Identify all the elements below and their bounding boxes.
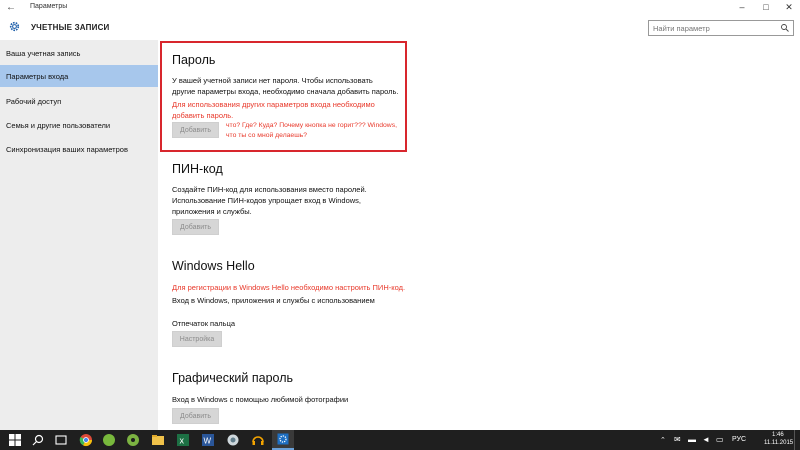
chrome-icon[interactable] (79, 433, 93, 447)
search-icon[interactable] (780, 23, 790, 33)
network-icon[interactable]: ▬ (688, 435, 696, 444)
password-title: Пароль (172, 53, 216, 67)
sidebar-item-family[interactable]: Семья и другие пользователи (0, 114, 158, 136)
password-text-line1: У вашей учетной записи нет пароля. Чтобы… (172, 76, 373, 85)
excel-icon[interactable]: x (176, 433, 190, 447)
page-title: УЧЕТНЫЕ ЗАПИСИ (31, 23, 110, 32)
notification-icon[interactable]: ✉ (674, 435, 681, 444)
tray-chevron-icon[interactable]: ⌃ (660, 436, 666, 444)
app-icon[interactable] (226, 433, 240, 447)
fingerprint-setup-button[interactable]: Настройка (172, 331, 222, 347)
sidebar-item-work-access[interactable]: Рабочий доступ (0, 90, 158, 112)
pin-title: ПИН-код (172, 162, 223, 176)
password-add-button[interactable]: Добавить (172, 122, 219, 138)
search-input[interactable]: Найти параметр (648, 20, 794, 36)
title-bar: ← Параметры – □ ✕ (0, 0, 800, 16)
back-arrow-icon[interactable]: ← (6, 2, 16, 13)
hello-warning: Для регистрации в Windows Hello необходи… (172, 283, 406, 292)
task-view-icon[interactable] (54, 433, 68, 447)
windows-start-icon[interactable] (8, 433, 22, 447)
annotation-line1: что? Где? Куда? Почему кнопка не горит??… (226, 122, 397, 129)
sidebar-item-sign-in-options[interactable]: Параметры входа (0, 65, 158, 87)
fingerprint-label: Отпечаток пальца (172, 319, 236, 328)
minimize-icon[interactable]: – (735, 2, 749, 12)
search-icon[interactable] (31, 433, 45, 447)
headphones-icon[interactable] (251, 433, 265, 447)
file-explorer-icon[interactable] (151, 433, 165, 447)
show-desktop-button[interactable] (794, 430, 800, 450)
password-text-line2: другие параметры входа, необходимо снача… (172, 87, 399, 96)
word-icon[interactable]: W (201, 433, 215, 447)
language-indicator[interactable]: РУС (732, 436, 746, 443)
hello-text-line1: Вход в Windows, приложения и службы с ис… (172, 296, 375, 305)
battery-icon[interactable]: ▭ (716, 435, 724, 444)
settings-gear-icon (277, 433, 289, 445)
svg-text:x: x (180, 436, 185, 446)
sidebar-item-sync[interactable]: Синхронизация ваших параметров (0, 138, 158, 160)
maximize-icon[interactable]: □ (759, 2, 773, 12)
gear-icon (9, 21, 20, 32)
volume-icon[interactable]: ◄ (702, 435, 710, 444)
picture-password-text: Вход в Windows с помощью любимой фотогра… (172, 395, 349, 404)
svg-text:W: W (204, 437, 212, 446)
hello-title: Windows Hello (172, 259, 255, 273)
password-warning-line1: Для использования других параметров вход… (172, 100, 375, 109)
picture-password-title: Графический пароль (172, 371, 294, 385)
search-placeholder: Найти параметр (653, 24, 710, 33)
settings-taskbar-tab[interactable] (272, 430, 294, 450)
music-app-icon[interactable] (126, 433, 140, 447)
taskbar: x W ⌃ ✉ ▬ ◄ ▭ РУС 1:46 11.11.2015 (0, 430, 800, 450)
clock-time[interactable]: 1:46 (772, 432, 784, 438)
pin-text-line3: приложения и службы. (172, 207, 252, 216)
close-icon[interactable]: ✕ (782, 2, 796, 13)
utorrent-icon[interactable] (102, 433, 116, 447)
pin-add-button[interactable]: Добавить (172, 219, 219, 235)
sidebar: Ваша учетная запись Параметры входа Рабо… (0, 40, 158, 430)
password-warning-line2: добавить пароль. (172, 111, 234, 120)
window-title: Параметры (30, 3, 68, 10)
annotation-line2: что ты со мной делаешь? (226, 132, 307, 139)
sidebar-item-your-account[interactable]: Ваша учетная запись (0, 42, 158, 64)
pin-text-line1: Создайте ПИН-код для использования вмест… (172, 185, 367, 194)
picture-add-button[interactable]: Добавить (172, 408, 219, 424)
pin-text-line2: Использование ПИН-кодов упрощает вход в … (172, 196, 361, 205)
clock-date[interactable]: 11.11.2015 (764, 440, 793, 446)
